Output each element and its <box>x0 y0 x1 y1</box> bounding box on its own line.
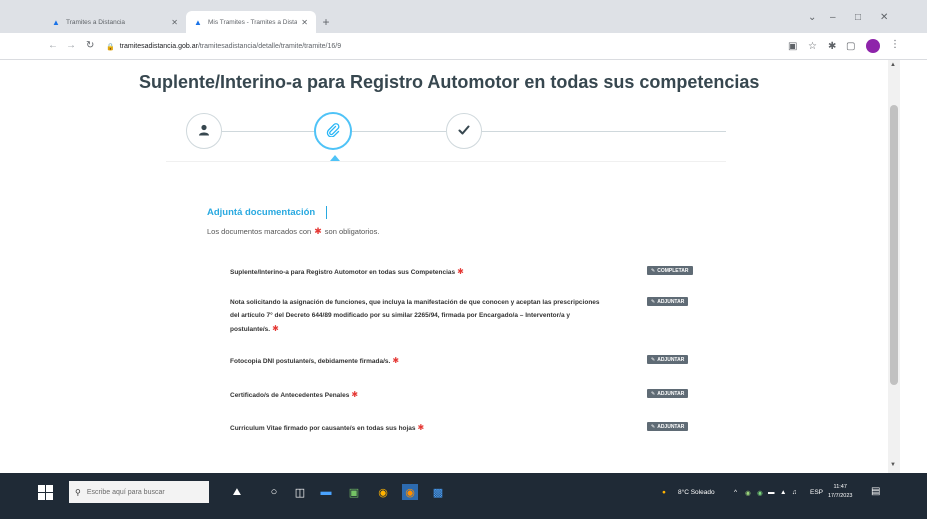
browser-toolbar: ← → ↻ 🔒 tramitesadistancia.gob.ar /trami… <box>0 33 927 60</box>
scroll-down-icon[interactable]: ▼ <box>890 462 896 468</box>
close-window-button[interactable]: ✕ <box>880 12 888 23</box>
step-confirm[interactable] <box>446 113 482 149</box>
search-icon: ⚲ <box>75 487 81 497</box>
side-panel-icon[interactable]: ▢ <box>846 41 855 52</box>
notification-icon[interactable]: ▤ <box>871 486 883 498</box>
close-tab-icon[interactable]: ✕ <box>171 18 178 27</box>
mail-icon[interactable]: ▬ <box>318 484 334 500</box>
reload-button[interactable]: ↻ <box>86 40 94 51</box>
step-user[interactable] <box>186 113 222 149</box>
paperclip-icon: ✎ <box>651 390 656 397</box>
weather-text[interactable]: 8°C Soleado <box>678 489 715 496</box>
search-placeholder: Escribe aquí para buscar <box>86 488 165 496</box>
language-indicator[interactable]: ESP <box>810 489 823 496</box>
store-icon[interactable]: ▣ <box>346 484 362 500</box>
weather-icon[interactable]: ● <box>662 489 666 496</box>
attach-button[interactable]: ✎ ADJUNTAR <box>647 355 689 364</box>
lock-icon[interactable]: 🔒 <box>106 43 115 51</box>
clock-date: 17/7/2023 <box>828 493 853 499</box>
url-path: /tramitesadistancia/detalle/tramite/tram… <box>197 43 342 50</box>
tab-search-icon[interactable]: ⌄ <box>808 12 816 23</box>
complete-button[interactable]: ✎ COMPLETAR <box>647 266 693 275</box>
url-host: tramitesadistancia.gob.ar <box>119 43 198 50</box>
scroll-up-icon[interactable]: ▲ <box>890 62 896 68</box>
site-favicon-icon: ▲ <box>194 17 202 27</box>
network-icon[interactable]: ▲ <box>780 489 786 496</box>
paperclip-icon: ✎ <box>651 423 656 430</box>
system-clock[interactable]: 11:47 17/7/2023 <box>828 483 852 501</box>
document-label: Certificado/s de Antecedentes Penales ✱ <box>230 390 359 399</box>
tray-app-icon[interactable]: ◉ <box>745 489 751 497</box>
scrollbar-thumb[interactable] <box>890 105 898 385</box>
install-app-icon[interactable]: ▣ <box>788 41 797 52</box>
browser-tab-active[interactable]: ▲ Mis Tramites - Tramites a Distanc ✕ <box>186 11 316 33</box>
tab-title: Tramites a Distancia <box>66 18 125 26</box>
step-attachments[interactable] <box>314 112 352 150</box>
browser-tab[interactable]: ▲ Tramites a Distancia ✕ <box>44 11 186 33</box>
required-asterisk-icon: ✱ <box>351 390 359 399</box>
text-cursor <box>326 206 327 219</box>
section-note: Los documentos marcados con ✱ son obliga… <box>207 226 379 237</box>
section-note-text: Los documentos marcados con <box>207 227 312 236</box>
required-asterisk-icon: ✱ <box>392 356 400 365</box>
section-title: Adjuntá documentación <box>207 207 316 218</box>
word-icon[interactable]: ▩ <box>430 484 446 500</box>
profile-avatar[interactable] <box>866 39 880 53</box>
paperclip-icon <box>326 122 340 140</box>
page-title: Suplente/Interino-a para Registro Automo… <box>139 72 760 92</box>
document-label: Curriculum Vitae firmado por causante/s … <box>230 423 425 432</box>
document-label: Fotocopia DNI postulante/s, debidamente … <box>230 356 400 365</box>
address-bar[interactable]: 🔒 tramitesadistancia.gob.ar /tramitesadi… <box>106 39 786 54</box>
browser-menu-icon[interactable]: ⋮ <box>890 39 900 50</box>
required-asterisk-icon: ✱ <box>272 324 279 333</box>
document-label: Suplente/Interino-a para Registro Automo… <box>230 267 464 276</box>
stepper-connector <box>352 131 446 132</box>
attach-button[interactable]: ✎ ADJUNTAR <box>647 422 689 431</box>
user-icon <box>198 123 210 139</box>
maximize-button[interactable]: □ <box>855 12 861 23</box>
tray-app-icon[interactable]: ◉ <box>757 489 763 497</box>
task-view-icon[interactable]: ◫ <box>292 484 308 500</box>
document-label: Nota solicitando la asignación de funcio… <box>230 299 600 333</box>
extensions-icon[interactable]: ✱ <box>828 41 836 52</box>
windows-taskbar: ⚲ Escribe aquí para buscar ⛰ ○ ◫ ▬ ▣ ◉ ◉… <box>0 473 927 519</box>
tab-title: Mis Tramites - Tramites a Distanc <box>208 18 298 26</box>
new-tab-button[interactable]: + <box>319 15 333 29</box>
back-button[interactable]: ← <box>48 40 58 51</box>
browser-tab-strip: ▲ Tramites a Distancia ✕ ▲ Mis Tramites … <box>0 0 927 33</box>
forward-button[interactable]: → <box>66 40 76 51</box>
volume-icon[interactable]: ♫ <box>792 489 797 496</box>
header-divider <box>166 161 726 162</box>
taskbar-search[interactable]: ⚲ Escribe aquí para buscar <box>69 481 209 503</box>
attach-button[interactable]: ✎ ADJUNTAR <box>647 389 689 398</box>
clock-time: 11:47 <box>833 484 847 490</box>
page-content: Suplente/Interino-a para Registro Automo… <box>0 60 888 473</box>
paperclip-icon: ✎ <box>651 356 656 363</box>
cortana-icon[interactable]: ○ <box>266 484 282 500</box>
required-asterisk-icon: ✱ <box>417 423 425 432</box>
pencil-icon: ✎ <box>651 267 656 274</box>
bookmark-star-icon[interactable]: ☆ <box>808 41 817 52</box>
paperclip-icon: ✎ <box>651 298 656 305</box>
chrome-icon[interactable]: ◉ <box>375 484 391 500</box>
required-asterisk-icon: ✱ <box>314 226 322 236</box>
battery-icon[interactable]: ▬ <box>768 489 775 496</box>
tray-chevron-icon[interactable]: ^ <box>734 489 737 496</box>
stepper-connector <box>482 131 726 132</box>
required-asterisk-icon: ✱ <box>457 267 464 276</box>
close-tab-icon[interactable]: ✕ <box>301 18 308 27</box>
firefox-icon[interactable]: ◉ <box>402 484 418 500</box>
section-note-text: son obligatorios. <box>324 227 380 236</box>
start-button[interactable] <box>38 485 54 501</box>
site-favicon-icon: ▲ <box>52 17 60 27</box>
check-icon <box>458 123 470 139</box>
attach-button[interactable]: ✎ ADJUNTAR <box>647 297 689 306</box>
news-widget-icon[interactable]: ⛰ <box>218 484 256 500</box>
minimize-button[interactable]: – <box>830 12 836 23</box>
stepper-connector <box>222 131 314 132</box>
